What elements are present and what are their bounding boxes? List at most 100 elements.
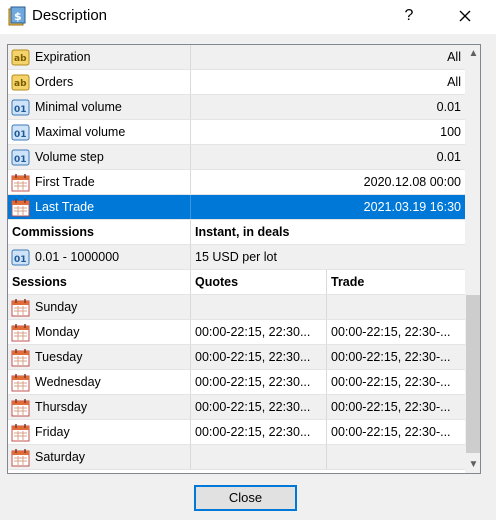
property-value: 0.01 [436,100,461,114]
commission-range: 0.01 - 1000000 [35,250,120,264]
help-button[interactable]: ? [398,3,420,29]
property-value: All [447,50,461,64]
session-day: Monday [35,325,80,339]
column-divider [190,120,191,144]
session-trade [327,445,465,469]
ab-text-icon: ab [11,73,30,92]
list-item[interactable]: 01 Volume step 0.01 [8,145,465,170]
property-value: 100 [440,125,461,139]
symbol-properties-icon: $ [8,6,26,26]
calendar-icon [11,448,30,467]
column-divider [190,420,191,444]
session-row[interactable]: Monday 00:00-22:15, 22:30... 00:00-22:15, … [8,320,465,345]
calendar-icon [11,423,30,442]
quotes-header-label: Quotes [195,275,239,289]
list-item[interactable]: 01 Maximal volume 100 [8,120,465,145]
background-strip [0,520,496,527]
column-divider [190,370,191,394]
calendar-icon [11,373,30,392]
property-value: 0.01 [436,150,461,164]
list-item[interactable]: ab Orders All [8,70,465,95]
calendar-icon [11,348,30,367]
session-row[interactable]: Tuesday 00:00-22:15, 22:30... 00:00-22:15,… [8,345,465,370]
session-day: Sunday [35,300,78,314]
session-trade: 00:00-22:15, 22:30-... [331,350,451,364]
session-row[interactable]: Wednesday 00:00-22:15, 22:30... 00:00-22:1… [8,370,465,395]
vertical-scrollbar[interactable]: ▲ ▼ [465,45,480,473]
list-item[interactable]: First Trade 2020.12.08 00:00 [8,170,465,195]
session-row[interactable]: Friday 00:00-22:15, 22:30... 00:00-22:15, … [8,420,465,445]
property-name: First Trade [35,175,95,189]
session-quotes: 00:00-22:15, 22:30... [195,425,311,439]
numeric-01-icon: 01 [11,248,30,267]
svg-text:01: 01 [14,130,27,140]
session-quotes: 00:00-22:15, 22:30... [195,350,311,364]
property-value: 2021.03.19 16:30 [363,200,461,214]
numeric-01-icon: 01 [11,148,30,167]
property-name: Volume step [35,150,104,164]
session-day: Saturday [35,450,86,464]
session-trade [327,295,465,319]
column-divider [190,95,191,119]
property-name: Last Trade [35,200,95,214]
numeric-01-icon: 01 [11,123,30,142]
property-name: Minimal volume [35,100,122,114]
commission-row[interactable]: 01 0.01 - 1000000 15 USD per lot [8,245,465,270]
session-trade: 00:00-22:15, 22:30-... [331,425,451,439]
column-divider [326,270,327,294]
column-divider [190,295,191,319]
column-divider [190,195,191,219]
svg-text:$: $ [14,10,22,23]
column-divider [326,320,327,344]
numeric-01-icon: 01 [11,98,30,117]
scroll-down-icon[interactable]: ▼ [465,456,480,473]
session-row[interactable]: Thursday 00:00-22:15, 22:30... 00:00-22:15… [8,395,465,420]
commissions-header[interactable]: Commissions Instant, in deals [8,220,465,245]
property-name: Orders [35,75,74,89]
description-list: ab Expiration All ab Orders All 01 Minimal volu… [7,44,481,474]
session-trade: 00:00-22:15, 22:30-... [331,325,451,339]
sessions-header[interactable]: Sessions Quotes Trade [8,270,465,295]
list-item-selected[interactable]: Last Trade 2021.03.19 16:30 [8,195,465,220]
column-divider [190,445,191,469]
list-item[interactable]: 01 Minimal volume 0.01 [8,95,465,120]
session-row[interactable]: Sunday [8,295,465,320]
calendar-icon [11,323,30,342]
svg-text:ab: ab [14,79,27,89]
column-divider [190,70,191,94]
session-day: Tuesday [35,350,83,364]
property-name: Maximal volume [35,125,126,139]
list-item[interactable]: ab Expiration All [8,45,465,70]
column-divider [190,220,191,244]
calendar-icon [11,398,30,417]
trade-header-label: Trade [331,275,365,289]
property-value: All [447,75,461,89]
session-quotes: 00:00-22:15, 22:30... [195,325,311,339]
commissions-type-label: Instant, in deals [195,225,290,239]
column-divider [326,395,327,419]
column-divider [190,320,191,344]
property-value: 2020.12.08 00:00 [363,175,461,189]
column-divider [326,420,327,444]
column-divider [326,370,327,394]
session-trade: 00:00-22:15, 22:30-... [331,400,451,414]
session-day: Wednesday [35,375,101,389]
calendar-icon [11,173,30,192]
scroll-thumb[interactable] [466,295,480,453]
session-day: Thursday [35,400,88,414]
scroll-up-icon[interactable]: ▲ [465,45,480,62]
session-row[interactable]: Saturday [8,445,465,470]
window-title: Description [32,7,108,24]
column-divider [326,345,327,369]
property-name: Expiration [35,50,91,64]
close-button[interactable]: Close [194,485,297,511]
sessions-header-label: Sessions [12,275,67,289]
svg-text:ab: ab [14,54,27,64]
close-window-icon[interactable] [452,3,478,29]
commissions-header-label: Commissions [12,225,94,239]
session-quotes: 00:00-22:15, 22:30... [195,375,311,389]
title-bar: $ Description ? [0,0,496,34]
session-quotes [191,295,326,319]
column-divider [190,270,191,294]
session-day: Friday [35,425,70,439]
